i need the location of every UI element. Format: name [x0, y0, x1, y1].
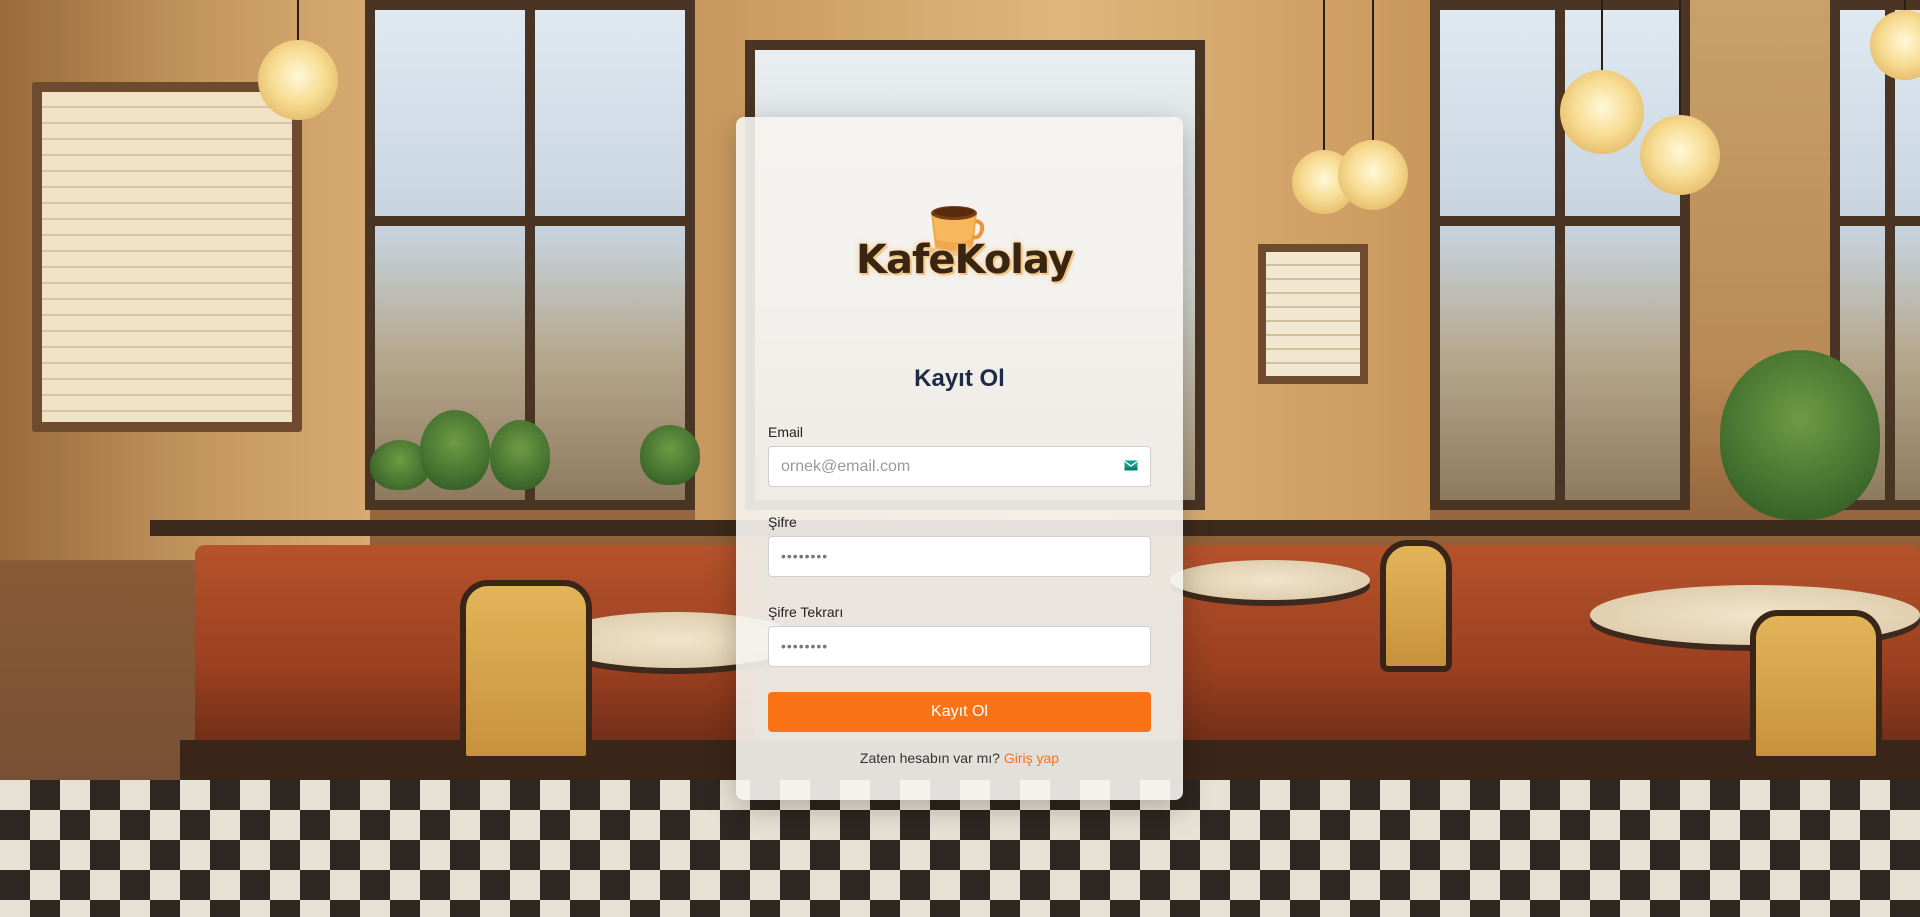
background-plant — [420, 410, 490, 490]
background-lamp — [258, 0, 338, 120]
password-field[interactable]: •••••••• — [768, 536, 1151, 577]
background-chair — [1380, 540, 1452, 672]
background-plant — [490, 420, 550, 490]
background-chair — [1750, 610, 1882, 762]
register-card: KafeKolay Kayıt Ol Email ornek@email.com… — [736, 117, 1183, 800]
background-chair — [460, 580, 592, 762]
password-label: Şifre — [768, 514, 797, 530]
password-repeat-label: Şifre Tekrarı — [768, 604, 844, 620]
email-field[interactable]: ornek@email.com — [768, 446, 1151, 487]
background-menu-board — [1258, 244, 1368, 384]
password-repeat-value: •••••••• — [781, 638, 829, 654]
login-prompt: Zaten hesabın var mı? Giriş yap — [736, 750, 1183, 766]
background-lamp — [1338, 0, 1408, 210]
brand-name: KafeKolay — [856, 237, 1074, 283]
page-title: Kayıt Ol — [914, 365, 1005, 392]
background-menu-poster — [32, 82, 302, 432]
background-lamp — [1640, 0, 1720, 195]
background-plant — [640, 425, 700, 485]
login-link[interactable]: Giriş yap — [1004, 750, 1059, 766]
background-window — [1430, 0, 1690, 510]
login-prompt-text: Zaten hesabın var mı? — [859, 750, 1000, 766]
mail-icon — [1124, 460, 1138, 471]
background-table — [1170, 560, 1370, 600]
register-button[interactable]: Kayıt Ol — [768, 692, 1151, 732]
background-checkered-floor — [0, 780, 1920, 917]
password-value: •••••••• — [781, 548, 829, 564]
email-placeholder: ornek@email.com — [781, 458, 911, 475]
background-lamp — [1560, 0, 1644, 154]
email-label: Email — [768, 424, 804, 440]
brand-logo: KafeKolay — [856, 197, 1074, 317]
password-repeat-field[interactable]: •••••••• — [768, 626, 1151, 667]
background-plant — [1720, 350, 1880, 520]
